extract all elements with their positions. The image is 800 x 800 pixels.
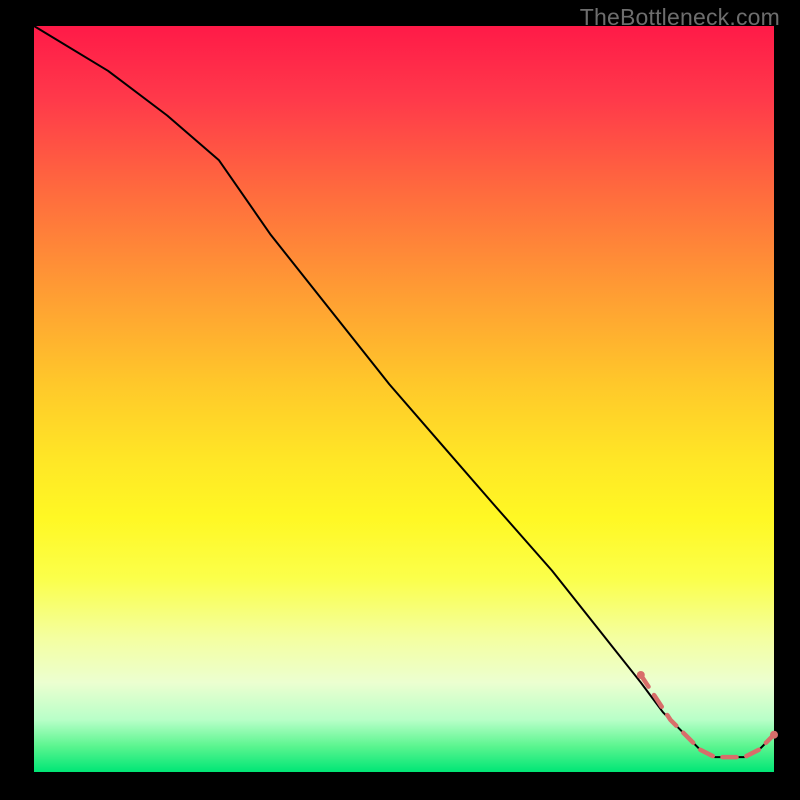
tick-band [641,675,774,757]
chart-frame: TheBottleneck.com [0,0,800,800]
chart-svg [34,26,774,772]
plot-area [34,26,774,772]
main-curve [34,26,774,757]
tick-dot [637,671,645,679]
tick-dot [770,731,778,739]
